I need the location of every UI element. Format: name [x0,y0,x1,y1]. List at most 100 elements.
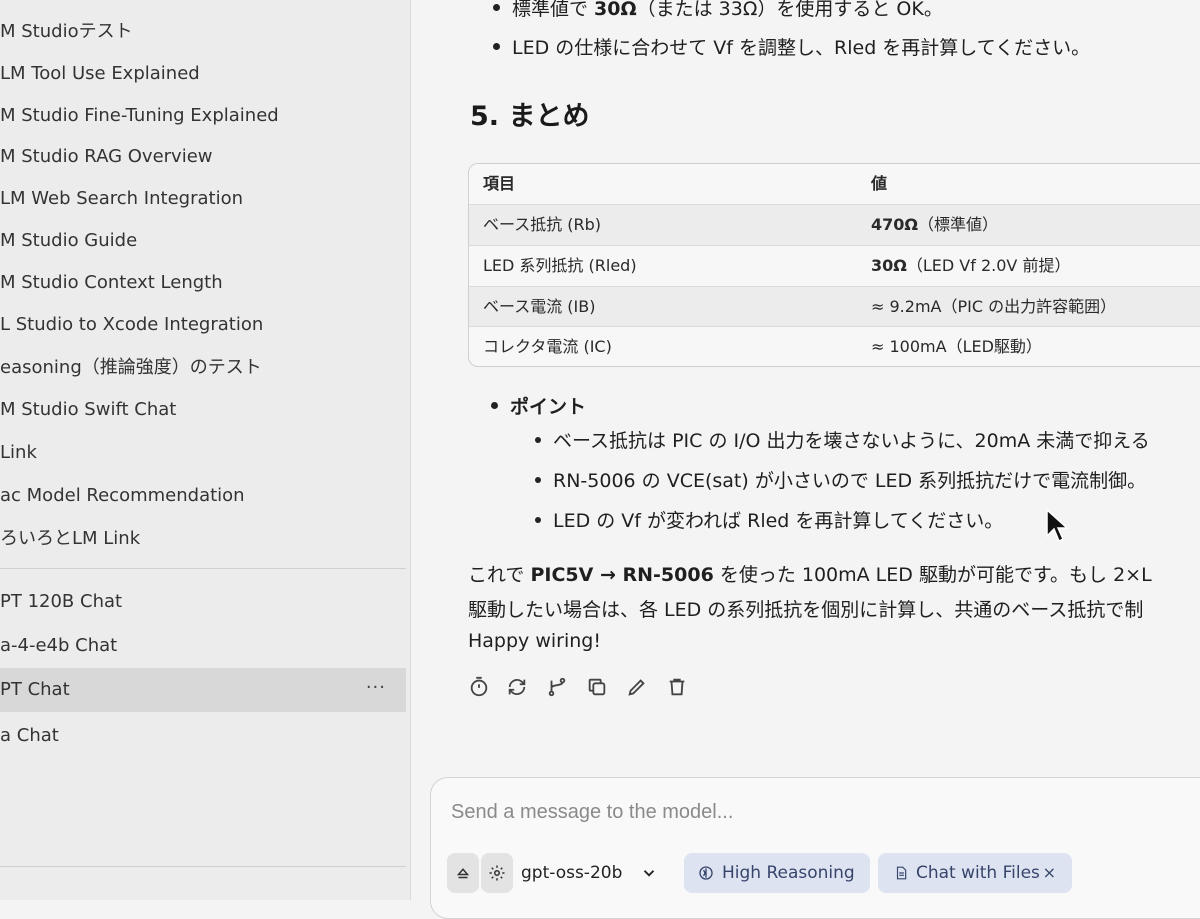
chat-list-item[interactable]: a-4-e4b Chat [0,626,406,666]
chat-list-item[interactable]: LM Tool Use Explained [0,54,406,94]
table-cell: ≈ 9.2mA（PIC の出力許容範囲） [871,287,1116,327]
table-cell: コレクタ電流 (IC) [483,337,612,356]
column-header: 項目 [483,174,516,193]
chat-list-item[interactable]: Link [0,433,406,473]
more-options-icon[interactable]: ··· [366,666,386,710]
chat-title: M Studio Swift Chat [0,399,177,420]
bullet-dot [493,4,500,11]
chat-title: LM Web Search Integration [0,188,243,209]
value-text: ≈ 9.2mA（PIC の出力許容範囲） [871,297,1117,316]
text-bold: ポイント [510,396,587,418]
text: LED の Vf が変われば Rled を再計算してください。 [553,510,1004,532]
reasoning-toggle-button[interactable]: High Reasoning [684,853,870,893]
chat-list-item[interactable]: easoning（推論強度）のテスト [0,348,406,388]
point-heading: ポイント [491,392,586,419]
chat-list-item[interactable]: M Studioテスト [0,12,406,52]
chat-title: M Studio Fine-Tuning Explained [0,105,279,126]
sub-bullet-item: LED の Vf が変われば Rled を再計算してください。 [535,506,1003,533]
table-cell: ベース電流 (IB) [483,297,596,316]
value-text: ≈ 100mA（LED駆動） [871,337,1042,356]
chat-title: easoning（推論強度）のテスト [0,357,262,378]
table-cell: ベース抵抗 (Rb) [483,215,602,234]
chat-list-item[interactable]: LM Web Search Integration [0,179,406,219]
chat-list-item[interactable]: PT 120B Chat [0,582,406,622]
edit-icon[interactable] [626,676,652,702]
text-bold: PIC5V → RN-5006 [530,564,714,586]
chat-title: L Studio to Xcode Integration [0,314,264,335]
chat-list-item[interactable]: M Studio Context Length [0,263,406,303]
table-row: コレクタ電流 (IC) ≈ 100mA（LED駆動） [469,326,1200,366]
chat-title: a-4-e4b Chat [0,635,118,656]
sidebar-divider [0,568,406,569]
regenerate-icon[interactable] [506,676,532,702]
eject-icon [456,868,470,879]
bullet-item: 標準値で 30Ω（または 33Ω）を使用すると OK。 [493,0,943,21]
closing-paragraph-line: 駆動したい場合は、各 LED の系列抵抗を個別に計算し、共通のベース抵抗で制 [468,599,1144,621]
text: RN-5006 の VCE(sat) が小さいので LED 系列抵抗だけで電流制… [553,470,1147,492]
message-input[interactable] [449,796,1193,828]
files-label: Chat with Files [916,863,1040,883]
delete-icon[interactable] [666,676,692,702]
table-cell: ≈ 100mA（LED駆動） [871,327,1042,366]
chat-title: M Studioテスト [0,21,133,42]
text: 標準値で [512,0,595,20]
eject-model-button[interactable] [447,853,479,893]
bullet-dot [535,476,541,483]
text: ベース抵抗は PIC の I/O 出力を壊さないように、20mA 未満で抑える [553,430,1150,452]
bullet-item: LED の仕様に合わせて Vf を調整し、Rled を再計算してください。 [493,33,1090,60]
table-header-row: 項目 値 [469,164,1200,204]
chat-list-item[interactable]: M Studio RAG Overview [0,137,406,177]
text-bold: 30Ω [594,0,637,20]
chat-title: ac Model Recommendation [0,485,245,506]
chat-title: Link [0,442,37,463]
closing-paragraph-line: これで PIC5V → RN-5006 を使った 100mA LED 駆動が可能… [468,560,1152,587]
chat-title: M Studio Context Length [0,272,223,293]
sidebar: M Studioテスト LM Tool Use Explained M Stud… [0,0,411,900]
table-cell: LED 系列抵抗 (Rled) [483,256,637,275]
branch-icon[interactable] [546,676,572,702]
model-name: gpt-oss-20b [521,863,623,883]
chat-list-item[interactable]: ろいろとLM Link [0,519,406,559]
chat-transcript: 標準値で 30Ω（または 33Ω）を使用すると OK。 LED の仕様に合わせて… [411,0,1200,900]
chat-with-files-button[interactable]: Chat with Files × [878,853,1072,893]
settings-button[interactable] [481,853,513,893]
file-icon [896,866,907,880]
text: LED の仕様に合わせて Vf を調整し、Rled を再計算してください。 [512,37,1091,59]
chat-list-item[interactable]: M Studio Guide [0,221,406,261]
table-cell: 470Ω（標準値） [871,205,998,245]
chat-title: M Studio Guide [0,230,138,251]
bullet-dot [535,436,541,443]
chat-list-item[interactable]: ac Model Recommendation [0,476,406,516]
closing-paragraph-line: Happy wiring! [468,630,601,652]
column-header: 値 [871,174,888,193]
text: （または 33Ω）を使用すると OK。 [636,0,943,20]
chat-title: PT Chat [0,679,70,700]
chat-list-item[interactable]: L Studio to Xcode Integration [0,305,406,345]
value-bold: 470Ω [871,215,918,234]
chat-title: LM Tool Use Explained [0,63,200,84]
summary-table: 項目 値 ベース抵抗 (Rb) 470Ω（標準値） LED 系列抵抗 (Rled… [468,163,1200,367]
chat-list-item[interactable]: M Studio Swift Chat [0,390,406,430]
timer-icon[interactable] [468,676,494,702]
chat-title: a Chat [0,725,59,746]
table-row: ベース抵抗 (Rb) 470Ω（標準値） [469,204,1200,245]
reasoning-label: High Reasoning [722,863,855,883]
message-composer: gpt-oss-20b High Reasoning Chat with Fil… [430,777,1200,919]
text: これで [468,564,531,586]
value-text: （LED Vf 2.0V 前提） [906,256,1071,275]
table-cell: 30Ω（LED Vf 2.0V 前提） [871,246,1070,286]
value-bold: 30Ω [871,256,907,275]
table-row: LED 系列抵抗 (Rled) 30Ω（LED Vf 2.0V 前提） [469,245,1200,286]
chat-list-item[interactable]: M Studio Fine-Tuning Explained [0,96,406,136]
model-selector[interactable]: gpt-oss-20b [513,853,677,893]
chat-list-item[interactable]: a Chat [0,716,406,756]
chat-title: PT 120B Chat [0,591,123,612]
chat-title: M Studio RAG Overview [0,146,213,167]
chevron-down-icon [643,870,654,877]
copy-icon[interactable] [586,676,612,702]
close-icon[interactable]: × [1043,853,1056,893]
bullet-dot [491,402,498,409]
chat-list-item-active[interactable]: PT Chat ··· [0,668,406,712]
table-row: ベース電流 (IB) ≈ 9.2mA（PIC の出力許容範囲） [469,286,1200,327]
chat-title: ろいろとLM Link [0,528,141,549]
